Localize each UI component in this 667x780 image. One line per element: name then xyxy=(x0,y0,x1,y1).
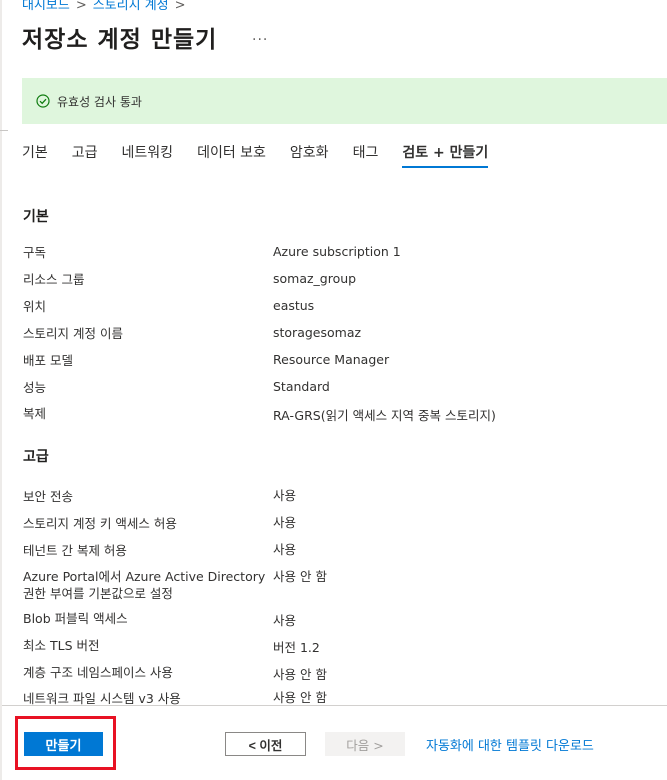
row-value: eastus xyxy=(273,298,315,313)
tab-encryption[interactable]: 암호화 xyxy=(290,138,329,170)
tab-advanced[interactable]: 고급 xyxy=(72,138,98,170)
previous-button[interactable]: < 이전 xyxy=(225,732,306,756)
tab-basics[interactable]: 기본 xyxy=(22,138,48,170)
row-value: Resource Manager xyxy=(273,352,390,367)
row-label: 성능 xyxy=(23,380,47,395)
row-value: 사용 안 함 xyxy=(273,569,327,584)
tab-data-protection[interactable]: 데이터 보호 xyxy=(197,138,266,170)
footer-divider xyxy=(2,705,667,706)
row-label: 계층 구조 네임스페이스 사용 xyxy=(23,665,173,680)
check-circle-icon xyxy=(36,94,50,108)
breadcrumb-item-dashboard[interactable]: 대시보드 xyxy=(22,0,70,13)
row-value: somaz_group xyxy=(273,271,357,286)
download-template-link[interactable]: 자동화에 대한 템플릿 다운로드 xyxy=(426,735,594,754)
page-title: 저장소 계정 만들기 xyxy=(22,27,218,53)
row-label: 테넌트 간 복제 허용 xyxy=(23,543,127,558)
row-label: 최소 TLS 버전 xyxy=(23,638,100,653)
row-value: storagesomaz xyxy=(273,325,362,340)
row-value: Azure subscription 1 xyxy=(273,244,401,259)
chevron-right-icon: > xyxy=(75,0,87,13)
left-edge xyxy=(0,0,2,780)
row-label: 스토리지 계정 이름 xyxy=(23,326,123,341)
more-options-button[interactable]: ... xyxy=(252,28,268,44)
row-label: 리소스 그룹 xyxy=(23,272,85,287)
tab-tags[interactable]: 태그 xyxy=(353,138,379,170)
row-value: 사용 xyxy=(273,613,297,628)
row-label: 복제 xyxy=(23,406,47,421)
row-value: 사용 xyxy=(273,488,297,503)
validation-banner: 유효성 검사 통과 xyxy=(22,78,667,124)
breadcrumb-item-storage-accounts[interactable]: 스토리지 계정 xyxy=(93,0,169,13)
section-title-advanced: 고급 xyxy=(23,449,49,465)
row-label: 보안 전송 xyxy=(23,489,73,504)
row-value: 사용 안 함 xyxy=(273,667,327,682)
divider xyxy=(0,130,8,131)
section-title-basics: 기본 xyxy=(23,209,49,225)
row-label: 배포 모델 xyxy=(23,353,73,368)
chevron-right-icon: > xyxy=(174,0,186,13)
row-label: 위치 xyxy=(23,299,47,314)
summary-row: 네트워크 파일 시스템 v3 사용 사용 안 함 xyxy=(23,690,643,705)
tab-review-create[interactable]: 검토 + 만들기 xyxy=(402,138,488,170)
row-label: 스토리지 계정 키 액세스 허용 xyxy=(23,516,177,531)
validation-status-text: 유효성 검사 통과 xyxy=(57,94,142,109)
tab-bar: 기본 고급 네트워킹 데이터 보호 암호화 태그 검토 + 만들기 xyxy=(22,138,512,170)
row-value: 사용 xyxy=(273,515,297,530)
row-value: 사용 xyxy=(273,542,297,557)
row-label: Blob 퍼블릭 액세스 xyxy=(23,611,128,626)
tab-networking[interactable]: 네트워킹 xyxy=(122,138,174,170)
row-value: Standard xyxy=(273,379,330,394)
row-value: 버전 1.2 xyxy=(273,640,320,655)
next-button[interactable]: 다음 > xyxy=(325,732,405,756)
row-value: RA-GRS(읽기 액세스 지역 중복 스토리지) xyxy=(273,408,496,423)
row-value: 사용 안 함 xyxy=(273,690,327,705)
row-label: 네트워크 파일 시스템 v3 사용 xyxy=(23,691,181,705)
row-label: Azure Portal에서 Azure Active Directory 권한… xyxy=(23,569,266,601)
row-label: 구독 xyxy=(23,245,47,260)
breadcrumb: 대시보드 > 스토리지 계정 > xyxy=(22,0,192,13)
highlight-box xyxy=(15,716,116,770)
